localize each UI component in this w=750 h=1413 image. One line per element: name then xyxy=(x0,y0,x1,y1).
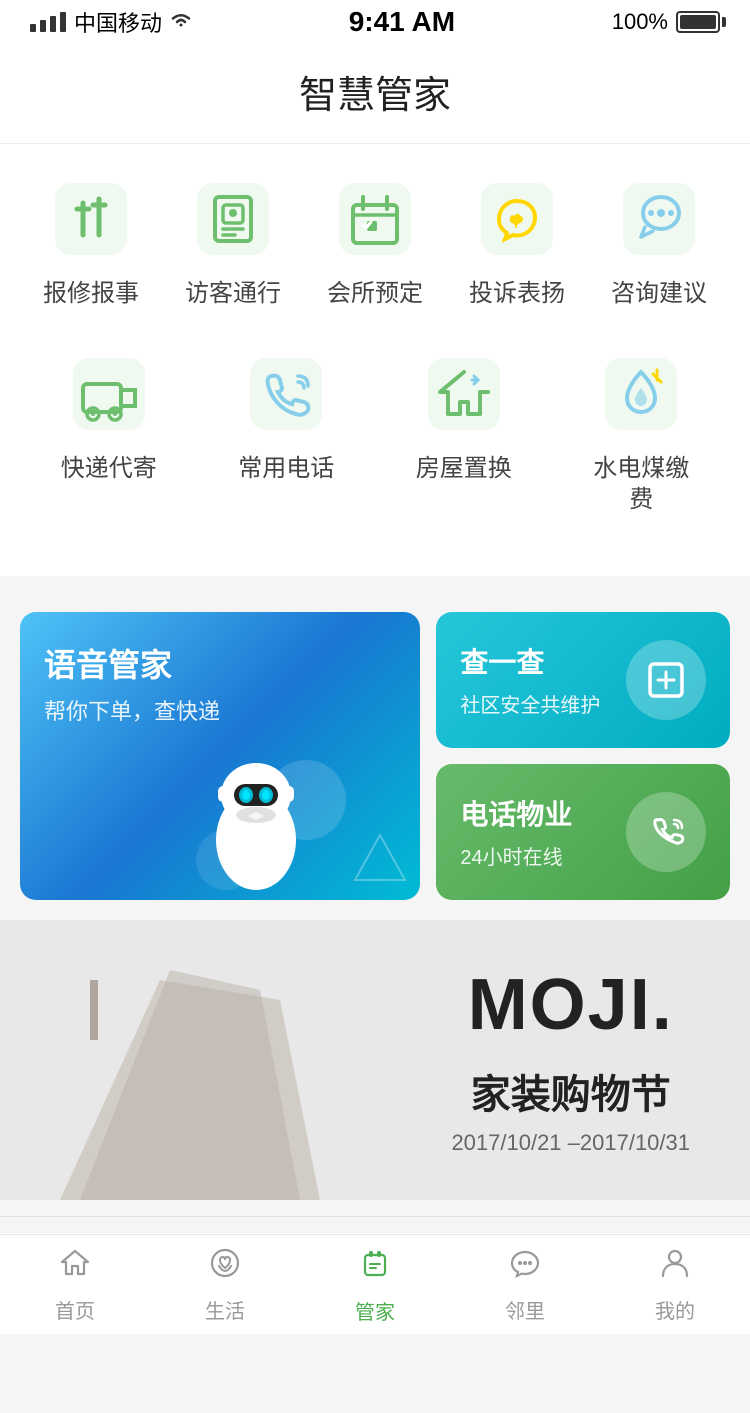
club-label: 会所预定 xyxy=(327,278,423,309)
divider-1 xyxy=(0,576,750,592)
house-label: 房屋置换 xyxy=(416,453,512,484)
voice-assistant-title: 语音管家 xyxy=(44,640,396,686)
phone-property-subtitle: 24小时在线 xyxy=(460,841,572,870)
cards-section: 语音管家 帮你下单，查快递 xyxy=(0,592,750,920)
phone-property-text: 电话物业 24小时在线 xyxy=(460,793,572,870)
icons-section: 报修报事 访客通行 xyxy=(0,144,750,576)
icon-repair[interactable]: 报修报事 xyxy=(31,174,151,309)
wifi-icon xyxy=(170,9,192,35)
carrier-label: 中国移动 xyxy=(74,6,162,38)
phone-label: 常用电话 xyxy=(238,453,334,484)
visitor-icon-box xyxy=(188,174,278,264)
cards-right: 查一查 社区安全共维护 电话物业 24小时在线 xyxy=(436,612,730,900)
icons-row-2: 快递代寄 常用电话 xyxy=(20,349,730,515)
manager-tab-icon xyxy=(357,1245,393,1290)
banner-title: 家装购物节 xyxy=(451,1062,690,1120)
status-left: 中国移动 xyxy=(30,6,192,38)
icon-complaint[interactable]: 投诉表扬 xyxy=(457,174,577,309)
consult-icon-box xyxy=(614,174,704,264)
neighbor-tab-label: 邻里 xyxy=(505,1295,545,1324)
tab-life[interactable]: 生活 xyxy=(165,1246,285,1324)
banner-date: 2017/10/21 –2017/10/31 xyxy=(451,1130,690,1156)
icon-visitor[interactable]: 访客通行 xyxy=(173,174,293,309)
mine-tab-icon xyxy=(658,1246,692,1289)
phone-icon-box xyxy=(241,349,331,439)
check-icon-circle xyxy=(626,640,706,720)
home-tab-icon xyxy=(58,1246,92,1289)
icons-row-1: 报修报事 访客通行 xyxy=(20,174,730,309)
express-icon-box xyxy=(64,349,154,439)
utility-label: 水电煤缴费 xyxy=(583,453,701,515)
mine-tab-label: 我的 xyxy=(655,1295,695,1324)
banner-content: MOJI. 家装购物节 2017/10/21 –2017/10/31 xyxy=(451,964,690,1156)
banner-brand: MOJI. xyxy=(451,964,690,1046)
voice-assistant-card[interactable]: 语音管家 帮你下单，查快递 xyxy=(20,612,420,900)
check-title: 查一查 xyxy=(460,641,600,681)
utility-icon-box xyxy=(596,349,686,439)
status-time: 9:41 AM xyxy=(349,6,455,38)
repair-label: 报修报事 xyxy=(43,278,139,309)
phone-property-icon xyxy=(626,792,706,872)
manager-tab-label: 管家 xyxy=(355,1296,395,1325)
club-icon-box xyxy=(330,174,420,264)
complaint-icon-box xyxy=(472,174,562,264)
check-card-text: 查一查 社区安全共维护 xyxy=(460,641,600,718)
voice-assistant-subtitle: 帮你下单，查快递 xyxy=(44,694,396,726)
banner-divider xyxy=(0,1216,750,1217)
icon-consult[interactable]: 咨询建议 xyxy=(599,174,719,309)
phone-property-card[interactable]: 电话物业 24小时在线 xyxy=(436,764,730,900)
phone-property-title: 电话物业 xyxy=(460,793,572,833)
status-right: 100% xyxy=(612,9,720,35)
complaint-label: 投诉表扬 xyxy=(469,278,565,309)
icon-club[interactable]: 会所预定 xyxy=(315,174,435,309)
check-card[interactable]: 查一查 社区安全共维护 xyxy=(436,612,730,748)
check-subtitle: 社区安全共维护 xyxy=(460,689,600,718)
tab-mine[interactable]: 我的 xyxy=(615,1246,735,1324)
robot-figure xyxy=(166,740,346,900)
visitor-label: 访客通行 xyxy=(185,278,281,309)
page-title: 智慧管家 xyxy=(299,75,451,117)
express-label: 快递代寄 xyxy=(61,453,157,484)
banner-section[interactable]: MOJI. 家装购物节 2017/10/21 –2017/10/31 xyxy=(0,920,750,1200)
house-icon-box xyxy=(419,349,509,439)
status-bar: 中国移动 9:41 AM 100% xyxy=(0,0,750,44)
icon-house[interactable]: 房屋置换 xyxy=(405,349,523,515)
page-header: 智慧管家 xyxy=(0,44,750,144)
voice-assistant-text: 语音管家 帮你下单，查快递 xyxy=(44,640,396,726)
signal-icon xyxy=(30,12,66,32)
repair-icon-box xyxy=(46,174,136,264)
icon-phone[interactable]: 常用电话 xyxy=(228,349,346,515)
neighbor-tab-icon xyxy=(508,1246,542,1289)
banner-decoration xyxy=(0,920,340,1200)
tab-bar: 首页 生活 管家 xyxy=(0,1234,750,1334)
battery-icon xyxy=(676,11,720,33)
tab-neighbor[interactable]: 邻里 xyxy=(465,1246,585,1324)
icon-utility[interactable]: 水电煤缴费 xyxy=(583,349,701,515)
home-tab-label: 首页 xyxy=(55,1295,95,1324)
tab-manager[interactable]: 管家 xyxy=(315,1245,435,1325)
life-tab-icon xyxy=(208,1246,242,1289)
life-tab-label: 生活 xyxy=(205,1295,245,1324)
consult-label: 咨询建议 xyxy=(611,278,707,309)
battery-label: 100% xyxy=(612,9,668,35)
icon-express[interactable]: 快递代寄 xyxy=(50,349,168,515)
tab-home[interactable]: 首页 xyxy=(15,1246,135,1324)
